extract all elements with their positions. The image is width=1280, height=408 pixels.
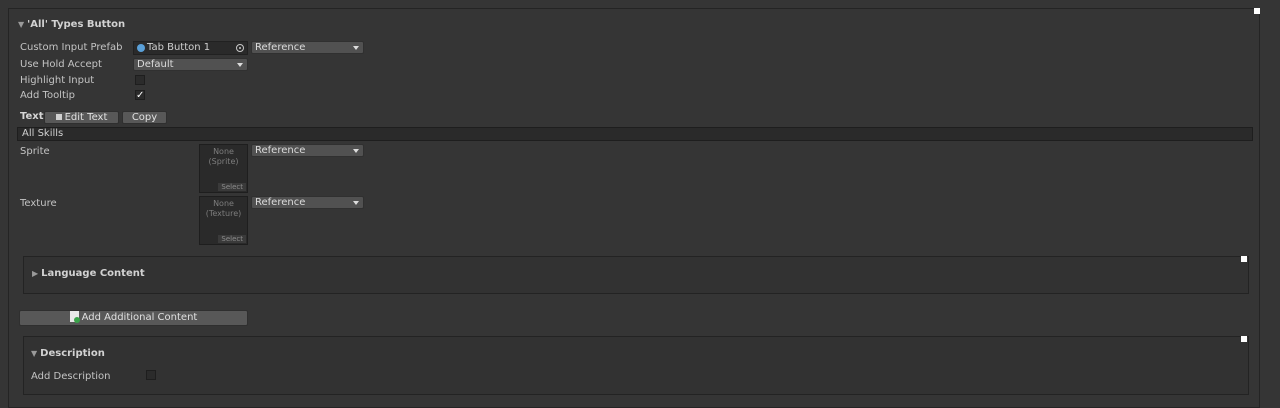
add-tooltip-checkbox[interactable]: ✓ (135, 90, 145, 101)
custom-input-prefab-mode-value: Reference (255, 42, 306, 53)
language-content-label: Language Content (41, 268, 145, 279)
text-label: Text (20, 111, 44, 122)
copy-button[interactable]: Copy (122, 111, 167, 124)
prefab-icon (137, 44, 145, 52)
description-resize-handle[interactable] (1241, 336, 1247, 342)
texture-placeholder-line1: None (213, 199, 234, 208)
text-value-field[interactable]: All Skills (17, 127, 1253, 141)
use-hold-accept-value: Default (137, 59, 174, 70)
use-hold-accept-dropdown[interactable]: Default (133, 58, 248, 71)
chevron-down-icon (353, 46, 359, 50)
document-icon (55, 114, 62, 120)
language-content-box (23, 256, 1249, 294)
language-content-foldout[interactable]: ▶ Language Content (32, 268, 145, 279)
highlight-input-label: Highlight Input (20, 75, 95, 86)
highlight-input-checkbox[interactable] (135, 75, 145, 85)
texture-mode-value: Reference (255, 197, 306, 208)
texture-select-button[interactable]: Select (218, 235, 246, 243)
custom-input-prefab-label: Custom Input Prefab (20, 42, 123, 53)
foldout-expanded-icon: ▼ (18, 20, 25, 29)
object-picker-icon[interactable] (236, 44, 244, 52)
texture-object-field[interactable]: None (Texture) Select (199, 196, 248, 245)
sprite-mode-value: Reference (255, 145, 306, 156)
add-file-icon (69, 311, 80, 323)
chevron-down-icon (237, 63, 243, 67)
add-additional-content-button[interactable]: Add Additional Content (19, 310, 248, 326)
foldout-expanded-icon: ▼ (31, 349, 38, 358)
edit-text-label: Edit Text (64, 112, 108, 123)
text-value: All Skills (22, 128, 64, 139)
sprite-object-field[interactable]: None (Sprite) Select (199, 144, 248, 193)
texture-label: Texture (20, 198, 57, 209)
checkmark-icon: ✓ (136, 90, 145, 101)
foldout-collapsed-icon: ▶ (32, 269, 39, 278)
add-additional-content-label: Add Additional Content (81, 312, 198, 323)
chevron-down-icon (353, 149, 359, 153)
object-picker-dot (239, 47, 241, 49)
description-title: Description (40, 348, 105, 359)
sprite-mode-dropdown[interactable]: Reference (251, 144, 364, 157)
texture-placeholder-line2: (Texture) (205, 209, 242, 218)
section-title: 'All' Types Button (27, 19, 126, 30)
sprite-label: Sprite (20, 146, 50, 157)
description-box (23, 336, 1249, 395)
custom-input-prefab-mode-dropdown[interactable]: Reference (251, 41, 364, 54)
custom-input-prefab-value: Tab Button 1 (147, 42, 211, 53)
chevron-down-icon (353, 201, 359, 205)
description-foldout[interactable]: ▼ Description (31, 348, 105, 359)
sprite-placeholder: None (Sprite) (208, 147, 239, 166)
add-tooltip-label: Add Tooltip (20, 90, 76, 101)
panel-resize-handle[interactable] (1254, 8, 1260, 14)
copy-label: Copy (131, 112, 158, 123)
texture-mode-dropdown[interactable]: Reference (251, 196, 364, 209)
plus-badge-icon (73, 317, 80, 323)
add-description-label: Add Description (31, 371, 111, 382)
section-foldout-all-types-button[interactable]: ▼ 'All' Types Button (18, 19, 125, 30)
sprite-select-button[interactable]: Select (218, 183, 246, 191)
add-description-checkbox[interactable] (146, 370, 156, 380)
custom-input-prefab-field[interactable]: Tab Button 1 (133, 41, 248, 55)
edit-text-button[interactable]: Edit Text (44, 111, 119, 124)
language-content-resize-handle[interactable] (1241, 256, 1247, 262)
use-hold-accept-label: Use Hold Accept (20, 59, 102, 70)
